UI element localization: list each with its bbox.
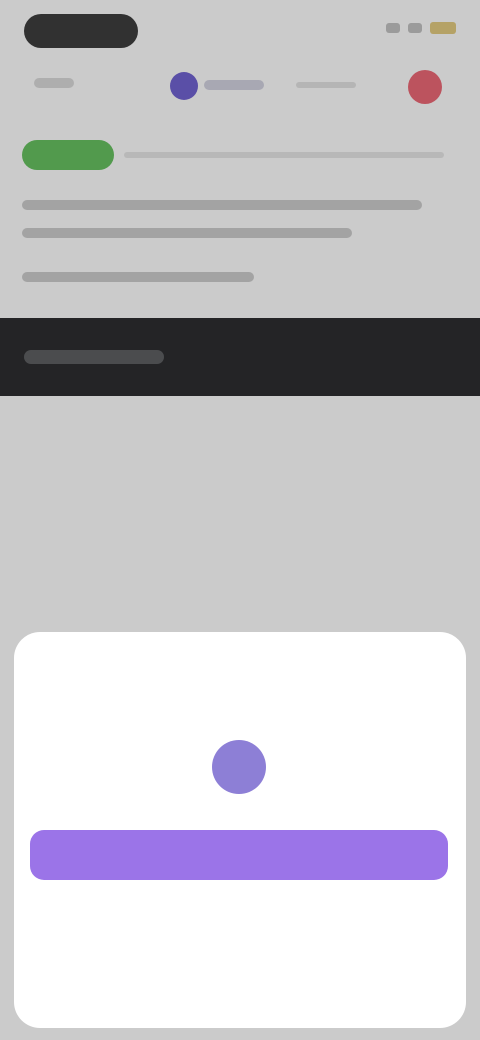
cancel-button[interactable] <box>0 954 480 976</box>
secondary-link[interactable] <box>0 888 480 908</box>
primary-button[interactable] <box>30 830 448 880</box>
avatar <box>212 740 266 794</box>
sheet-title <box>0 672 480 696</box>
